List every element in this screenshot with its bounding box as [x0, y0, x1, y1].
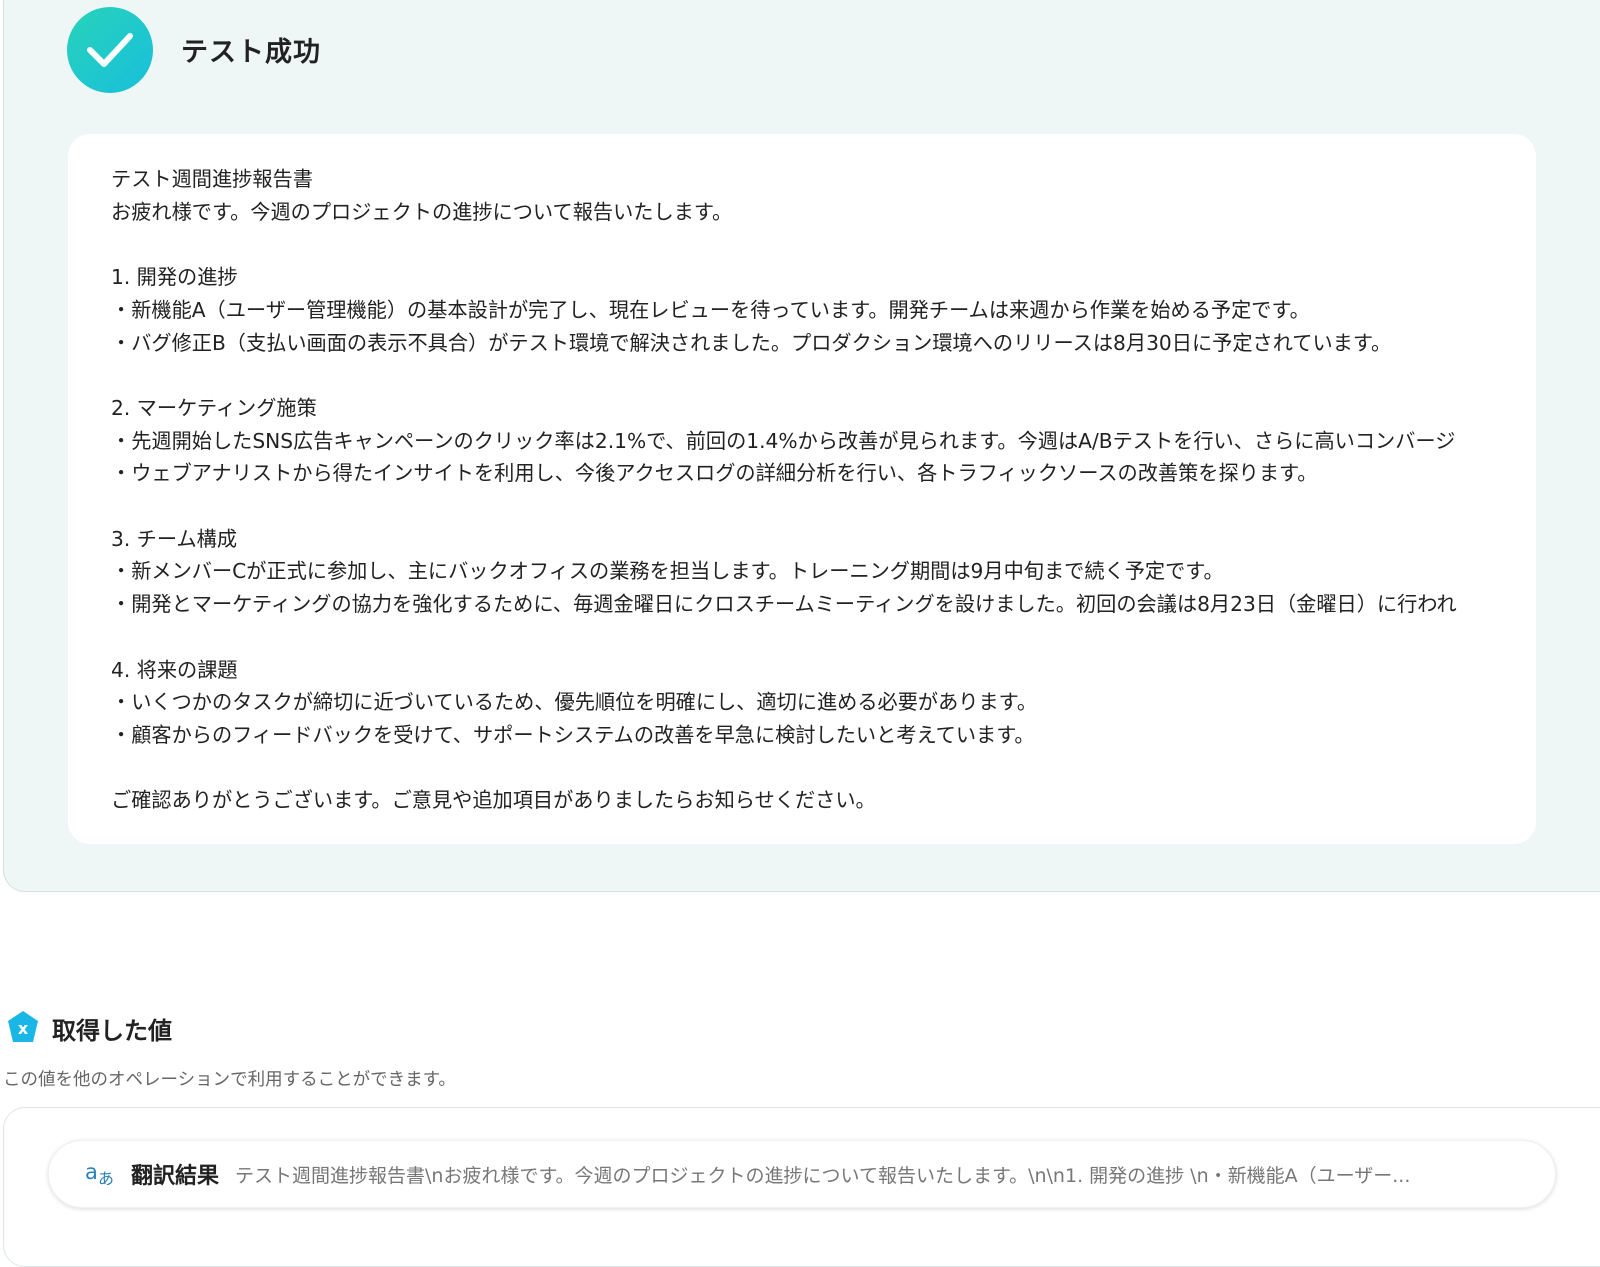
- acquired-value-item[interactable]: a あ 翻訳結果 テスト週間進捗報告書\nお疲れ様です。今週のプロジェクトの進捗…: [48, 1140, 1556, 1208]
- svg-text:あ: あ: [98, 1169, 114, 1188]
- acquired-values-description: この値を他のオペレーションで利用することができます。: [3, 1070, 456, 1090]
- variable-icon: x: [8, 1011, 38, 1042]
- svg-text:x: x: [18, 1019, 29, 1038]
- acquired-value-label: 翻訳結果: [131, 1164, 220, 1189]
- result-output-box: テスト週間進捗報告書 お疲れ様です。今週のプロジェクトの進捗について報告いたしま…: [68, 134, 1536, 844]
- translate-icon: a あ: [85, 1160, 114, 1188]
- acquired-values-title: 取得した値: [52, 1017, 172, 1045]
- result-output-text: テスト週間進捗報告書 お疲れ様です。今週のプロジェクトの進捗について報告いたしま…: [111, 167, 1457, 813]
- check-icon: [67, 7, 153, 93]
- acquired-value-text: テスト週間進捗報告書\nお疲れ様です。今週のプロジェクトの進捗について報告いたし…: [235, 1164, 1411, 1187]
- svg-text:a: a: [85, 1160, 98, 1184]
- result-status-title: テスト成功: [181, 37, 321, 68]
